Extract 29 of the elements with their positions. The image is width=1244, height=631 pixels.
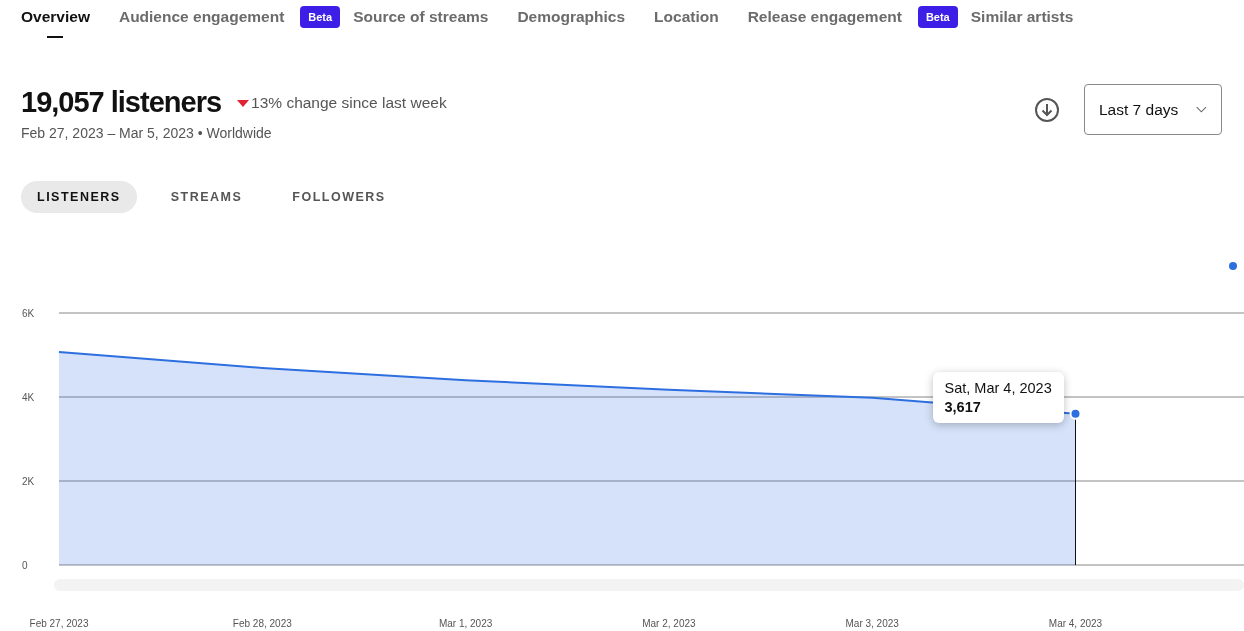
y-axis-label: 0 [22, 560, 28, 571]
y-axis-label: 2K [22, 476, 35, 487]
x-axis-label: Mar 4, 2023 [1048, 618, 1103, 629]
nav-tab[interactable]: Audience engagement [118, 7, 285, 40]
change-text: 13% change since last week [251, 93, 447, 112]
x-axis-label: Feb 28, 2023 [232, 618, 292, 629]
legend-dot-icon [1229, 262, 1237, 270]
nav-tab[interactable]: Similar artists [970, 7, 1074, 40]
x-axis-label: Mar 3, 2023 [845, 618, 899, 629]
beta-badge: Beta [917, 5, 958, 28]
x-axis-label: Mar 1, 2023 [438, 618, 493, 629]
y-axis-label: 6K [22, 308, 35, 319]
nav-tab[interactable]: Source of streams [353, 7, 489, 40]
metric-tab[interactable]: LISTENERS [21, 181, 137, 213]
metric-tab[interactable]: FOLLOWERS [276, 181, 402, 213]
beta-badge: Beta [300, 5, 341, 28]
metric-tab[interactable]: STREAMS [154, 181, 259, 213]
download-icon[interactable] [1034, 96, 1060, 123]
nav-tab[interactable]: Demographics [517, 7, 626, 40]
listener-total: 19,057 listeners [21, 86, 222, 119]
nav-tab[interactable]: Location [654, 7, 719, 40]
period-dropdown[interactable]: Last 7 days [1084, 84, 1222, 135]
nav-tab[interactable]: Overview [21, 7, 90, 40]
chevron-icon [1196, 105, 1207, 114]
date-range: Feb 27, 2023 – Mar 5, 2023 • Worldwide [21, 125, 273, 141]
x-axis-label: Mar 2, 2023 [642, 618, 696, 629]
nav-tab[interactable]: Release engagement [747, 7, 902, 40]
y-axis-label: 4K [22, 392, 35, 403]
x-axis-label: Feb 27, 2023 [29, 618, 89, 629]
